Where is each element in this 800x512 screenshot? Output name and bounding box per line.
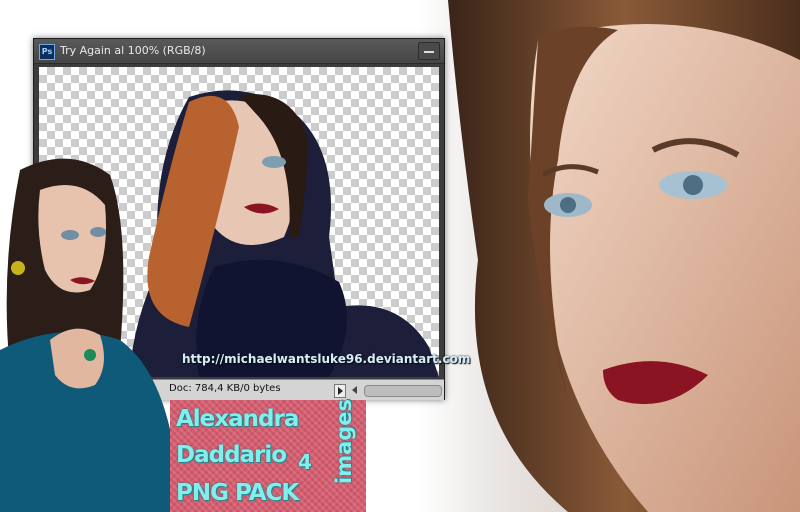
status-arrow-icon[interactable] [334, 384, 346, 398]
minimize-icon[interactable] [418, 42, 440, 60]
left-woman-photo [0, 150, 180, 512]
portrait-face-graphic [448, 0, 800, 512]
banner-image-count: 4 [298, 450, 312, 474]
window-titlebar[interactable]: Ps Try Again al 100% (RGB/8) [34, 39, 444, 64]
left-woman-graphic [0, 158, 180, 512]
horizontal-scrollbar[interactable] [364, 385, 442, 397]
pack-title-banner: Alexandra Daddario PNG PACK 4 images [170, 398, 366, 512]
window-title: Try Again al 100% (RGB/8) [60, 44, 206, 57]
banner-images-word: images [332, 398, 356, 484]
banner-last-name: Daddario [176, 442, 287, 468]
document-size-info: Doc: 784,4 KB/0 bytes [169, 383, 281, 394]
right-portrait-photo [418, 0, 800, 512]
photoshop-logo-icon: Ps [39, 44, 55, 60]
banner-pack-label: PNG PACK [176, 480, 299, 506]
scroll-left-icon[interactable] [350, 384, 360, 396]
banner-first-name: Alexandra [176, 406, 299, 432]
watermark-url: http://michaelwantsluke96.deviantart.com [182, 352, 471, 366]
